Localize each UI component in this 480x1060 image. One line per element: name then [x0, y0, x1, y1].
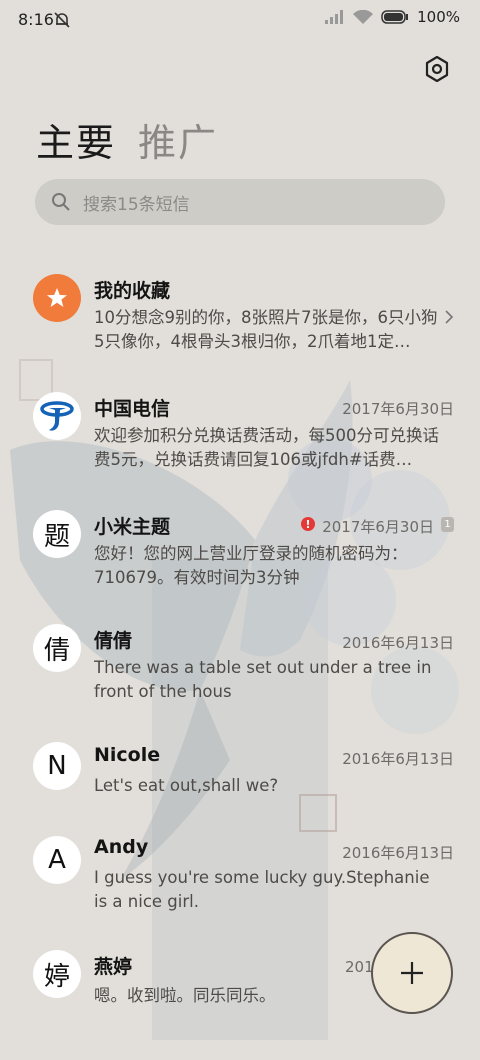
conversation-qianqian[interactable]: 倩 倩倩 2016年6月13日 There was a table set ou…	[0, 620, 480, 730]
conversation-name: 燕婷	[94, 956, 133, 978]
signal-icon	[325, 10, 344, 24]
contact-avatar: A	[33, 836, 81, 884]
conversation-favorites[interactable]: 我的收藏 10分想念9别的你，8张照片7张是你，6只小狗5只像你，4根骨头3根归…	[0, 266, 480, 376]
conversation-name: 小米主题	[94, 516, 171, 538]
conversation-name: Nicole	[94, 744, 161, 766]
conversation-preview: I guess you're some lucky guy.Stephanie …	[94, 868, 430, 911]
tab-promotions[interactable]: 推广	[138, 112, 218, 167]
mute-bell-icon	[54, 12, 70, 28]
chevron-right-icon	[445, 310, 454, 324]
conversation-andy[interactable]: A Andy 2016年6月13日 I guess you're some lu…	[0, 832, 480, 942]
conversation-date: 2017年6月30日	[342, 400, 454, 418]
tab-primary[interactable]: 主要	[36, 112, 116, 167]
contact-avatar: N	[33, 742, 81, 790]
status-time: 8:16	[18, 10, 54, 29]
conversation-date: 201	[345, 958, 374, 976]
conversation-xiaomi-theme[interactable]: 题 小米主题 ! 2017年6月30日 1 您好！您的网上营业厅登录的随机密码为…	[0, 502, 480, 612]
conversation-preview: 欢迎参加积分兑换话费活动，每500分可兑换话费5元，兑换话费请回复106或jfd…	[94, 426, 439, 469]
search-input[interactable]: 搜索15条短信	[35, 179, 445, 225]
conversation-name: 倩倩	[94, 630, 133, 652]
contact-avatar: 倩	[33, 624, 81, 672]
contact-avatar: 婷	[33, 950, 81, 998]
send-error-icon: !	[301, 517, 315, 531]
battery-icon	[381, 10, 409, 24]
conversation-name: Andy	[94, 836, 149, 858]
conversation-preview: Let's eat out,shall we?	[94, 776, 279, 795]
conversation-name: 我的收藏	[94, 280, 171, 302]
status-bar: 8:16 100%	[0, 0, 480, 42]
conversation-preview: There was a table set out under a tree i…	[94, 658, 432, 701]
conversation-name: 中国电信	[94, 398, 171, 420]
plus-icon	[401, 962, 423, 984]
conversation-date: 2016年6月13日	[342, 844, 454, 862]
contact-avatar: 题	[33, 510, 81, 558]
search-icon	[52, 193, 70, 211]
sim-card-badge: 1	[441, 517, 454, 532]
conversation-preview: 您好！您的网上营业厅登录的随机密码为：710679。有效时间为3分钟	[94, 544, 408, 587]
header-tabs: 主要 推广	[36, 112, 218, 167]
china-telecom-logo	[33, 392, 81, 440]
conversation-date: 2017年6月30日	[322, 518, 434, 536]
conversation-china-telecom[interactable]: 中国电信 2017年6月30日 欢迎参加积分兑换话费活动，每500分可兑换话费5…	[0, 384, 480, 494]
search-placeholder: 搜索15条短信	[83, 194, 190, 215]
star-icon	[33, 274, 81, 322]
new-message-button[interactable]	[371, 932, 453, 1014]
wifi-icon	[353, 10, 374, 24]
battery-percent: 100%	[417, 8, 460, 26]
conversation-preview: 10分想念9别的你，8张照片7张是你，6只小狗5只像你，4根骨头3根归你，2爪着…	[94, 308, 438, 351]
gear-icon[interactable]	[424, 56, 450, 82]
conversation-date: 2016年6月13日	[342, 634, 454, 652]
conversation-date: 2016年6月13日	[342, 750, 454, 768]
